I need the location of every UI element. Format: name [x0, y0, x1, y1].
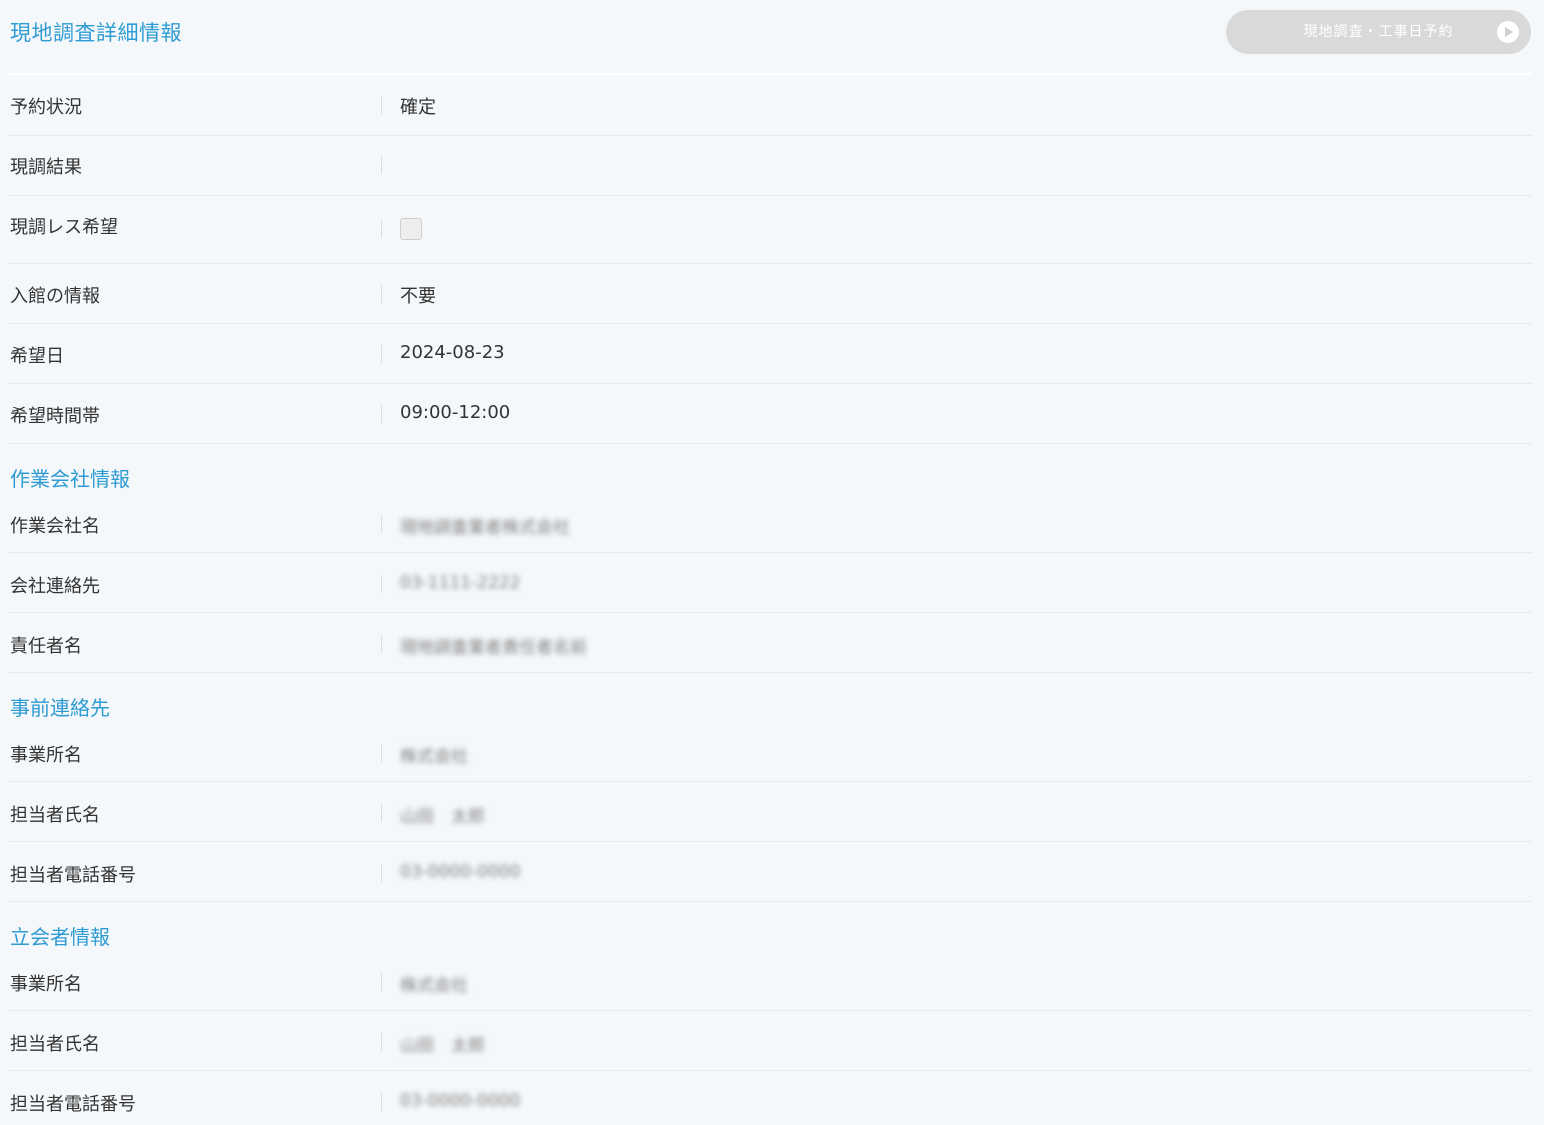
row-separator	[381, 864, 382, 882]
row-advance-person-phone: 担当者電話番号 03-0000-0000	[8, 842, 1532, 902]
row-separator	[381, 220, 382, 238]
row-attendee-office-name: 事業所名 株式会社	[8, 951, 1532, 1011]
row-label: 予約状況	[10, 97, 82, 118]
row-label: 責任者名	[10, 636, 82, 657]
row-value: 2024-08-23	[400, 342, 505, 363]
survey-less-checkbox[interactable]	[400, 218, 422, 240]
row-value: 株式会社	[400, 747, 468, 767]
row-attendee-person-name: 担当者氏名 山田 太郎	[8, 1011, 1532, 1071]
page-header: 現地調査詳細情報 現地調査・工事日予約	[0, 0, 1544, 75]
row-company-contact: 会社連絡先 03-1111-2222	[8, 553, 1532, 613]
row-value: 山田 太郎	[400, 807, 485, 827]
row-separator	[381, 405, 382, 423]
row-attendee-person-phone: 担当者電話番号 03-0000-0000	[8, 1071, 1532, 1124]
row-separator	[381, 515, 382, 533]
row-label: 希望時間帯	[10, 406, 100, 427]
row-value: 株式会社	[400, 976, 468, 996]
row-label: 現調レス希望	[10, 217, 118, 238]
section-title-company: 作業会社情報	[10, 467, 130, 491]
row-value: 現地調査業者責任者名前	[400, 638, 587, 658]
page-title: 現地調査詳細情報	[10, 21, 182, 45]
play-circle-icon	[1497, 21, 1519, 43]
row-manager-name: 責任者名 現地調査業者責任者名前	[8, 613, 1532, 673]
row-preferred-date: 希望日 2024-08-23	[8, 324, 1532, 384]
row-label: 現調結果	[10, 157, 82, 178]
row-label: 入館の情報	[10, 286, 100, 307]
section-title-attendee: 立会者情報	[10, 925, 110, 949]
row-separator	[381, 345, 382, 363]
row-separator	[381, 635, 382, 653]
row-label: 会社連絡先	[10, 576, 100, 597]
row-survey-less-request: 現調レス希望	[8, 196, 1532, 264]
row-value: 09:00-12:00	[400, 402, 511, 423]
row-separator	[381, 575, 382, 593]
row-value: 03-0000-0000	[400, 1091, 521, 1111]
survey-detail-page: 現地調査詳細情報 現地調査・工事日予約 予約状況 確定 現調結果 現調レス希望 …	[0, 0, 1544, 1125]
row-label: 事業所名	[10, 974, 82, 995]
row-value: 03-1111-2222	[400, 573, 521, 593]
row-value: 03-0000-0000	[400, 862, 521, 882]
row-advance-person-name: 担当者氏名 山田 太郎	[8, 782, 1532, 842]
row-value: 現地調査業者株式会社	[400, 518, 570, 538]
row-label: 希望日	[10, 346, 64, 367]
row-separator	[381, 1033, 382, 1051]
row-separator	[381, 744, 382, 762]
row-preferred-time: 希望時間帯 09:00-12:00	[8, 384, 1532, 444]
reserve-button-label: 現地調査・工事日予約	[1303, 24, 1454, 40]
row-advance-office-name: 事業所名 株式会社	[8, 722, 1532, 782]
row-separator	[381, 804, 382, 822]
row-entry-info: 入館の情報 不要	[8, 264, 1532, 324]
row-company-name: 作業会社名 現地調査業者株式会社	[8, 493, 1532, 553]
row-label: 担当者電話番号	[10, 1094, 136, 1115]
row-separator	[381, 973, 382, 991]
row-reservation-status: 予約状況 確定	[8, 76, 1532, 136]
header-divider	[8, 73, 1532, 75]
row-separator	[381, 156, 382, 174]
row-label: 担当者氏名	[10, 1034, 100, 1055]
row-value: 確定	[400, 97, 436, 118]
row-value: 山田 太郎	[400, 1036, 485, 1056]
row-value: 不要	[400, 286, 436, 307]
row-label: 事業所名	[10, 745, 82, 766]
row-label: 担当者電話番号	[10, 865, 136, 886]
row-label: 担当者氏名	[10, 805, 100, 826]
row-separator	[381, 96, 382, 114]
survey-construction-reserve-button[interactable]: 現地調査・工事日予約	[1226, 10, 1531, 54]
section-title-advance-contact: 事前連絡先	[10, 696, 110, 720]
row-separator	[381, 285, 382, 303]
row-survey-result: 現調結果	[8, 136, 1532, 196]
row-label: 作業会社名	[10, 516, 100, 537]
row-separator	[381, 1093, 382, 1111]
